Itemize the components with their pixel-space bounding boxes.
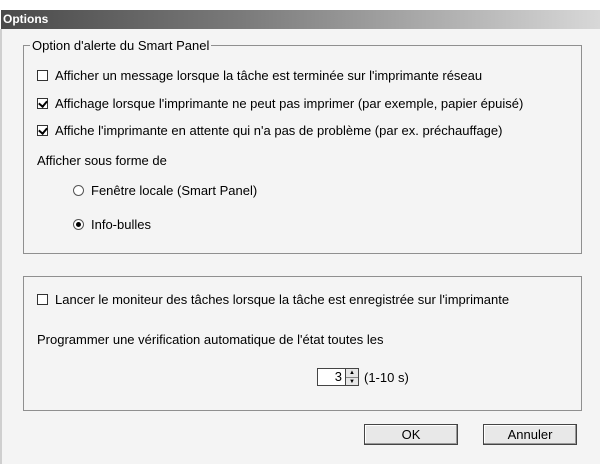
alert-group-legend: Option d'alerte du Smart Panel: [30, 38, 212, 53]
checkbox-network-done-label: Afficher un message lorsque la tâche est…: [55, 68, 483, 83]
interval-spinner[interactable]: 3 ▲ ▼ (1-10 s): [317, 368, 409, 386]
cancel-button[interactable]: Annuler: [483, 424, 577, 445]
title-bar: Options: [1, 10, 600, 29]
radio-tooltips[interactable]: [73, 219, 84, 230]
interval-range-label: (1-10 s): [364, 369, 409, 385]
checkbox-waiting-printer[interactable]: [37, 125, 48, 136]
radio-local-window-label: Fenêtre locale (Smart Panel): [91, 183, 258, 198]
checkbox-launch-monitor-label: Lancer le moniteur des tâches lorsque la…: [55, 292, 510, 307]
radio-row-tooltips[interactable]: Info-bulles: [73, 217, 151, 232]
radio-local-window[interactable]: [73, 185, 84, 196]
checkbox-cannot-print-label: Affichage lorsque l'imprimante ne peut p…: [55, 96, 524, 111]
spin-down-arrow-icon[interactable]: ▼: [346, 378, 358, 386]
radio-row-local-window[interactable]: Fenêtre locale (Smart Panel): [73, 183, 257, 198]
ok-button[interactable]: OK: [364, 424, 458, 445]
display-as-label: Afficher sous forme de: [37, 153, 167, 168]
alert-checkbox-row-waiting[interactable]: Affiche l'imprimante en attente qui n'a …: [37, 123, 502, 138]
schedule-label-row: Programmer une vérification automatique …: [37, 332, 383, 347]
display-as-label-row: Afficher sous forme de: [37, 153, 167, 168]
options-dialog: Options Option d'alerte du Smart Panel A…: [0, 0, 600, 464]
alert-checkbox-row-network-done[interactable]: Afficher un message lorsque la tâche est…: [37, 68, 482, 83]
schedule-check-label: Programmer une vérification automatique …: [37, 332, 384, 347]
radio-tooltips-label: Info-bulles: [91, 217, 151, 232]
checkbox-waiting-printer-label: Affiche l'imprimante en attente qui n'a …: [55, 123, 503, 138]
spinner-buttons: ▲ ▼: [345, 368, 359, 386]
interval-value-field[interactable]: 3: [317, 368, 345, 386]
checkbox-cannot-print[interactable]: [37, 98, 48, 109]
monitor-checkbox-row[interactable]: Lancer le moniteur des tâches lorsque la…: [37, 292, 509, 307]
spin-up-arrow-icon[interactable]: ▲: [346, 369, 358, 378]
checkbox-launch-monitor[interactable]: [37, 294, 48, 305]
checkbox-network-done[interactable]: [37, 70, 48, 81]
dialog-title: Options: [3, 12, 49, 26]
alert-checkbox-row-cannot-print[interactable]: Affichage lorsque l'imprimante ne peut p…: [37, 96, 523, 111]
